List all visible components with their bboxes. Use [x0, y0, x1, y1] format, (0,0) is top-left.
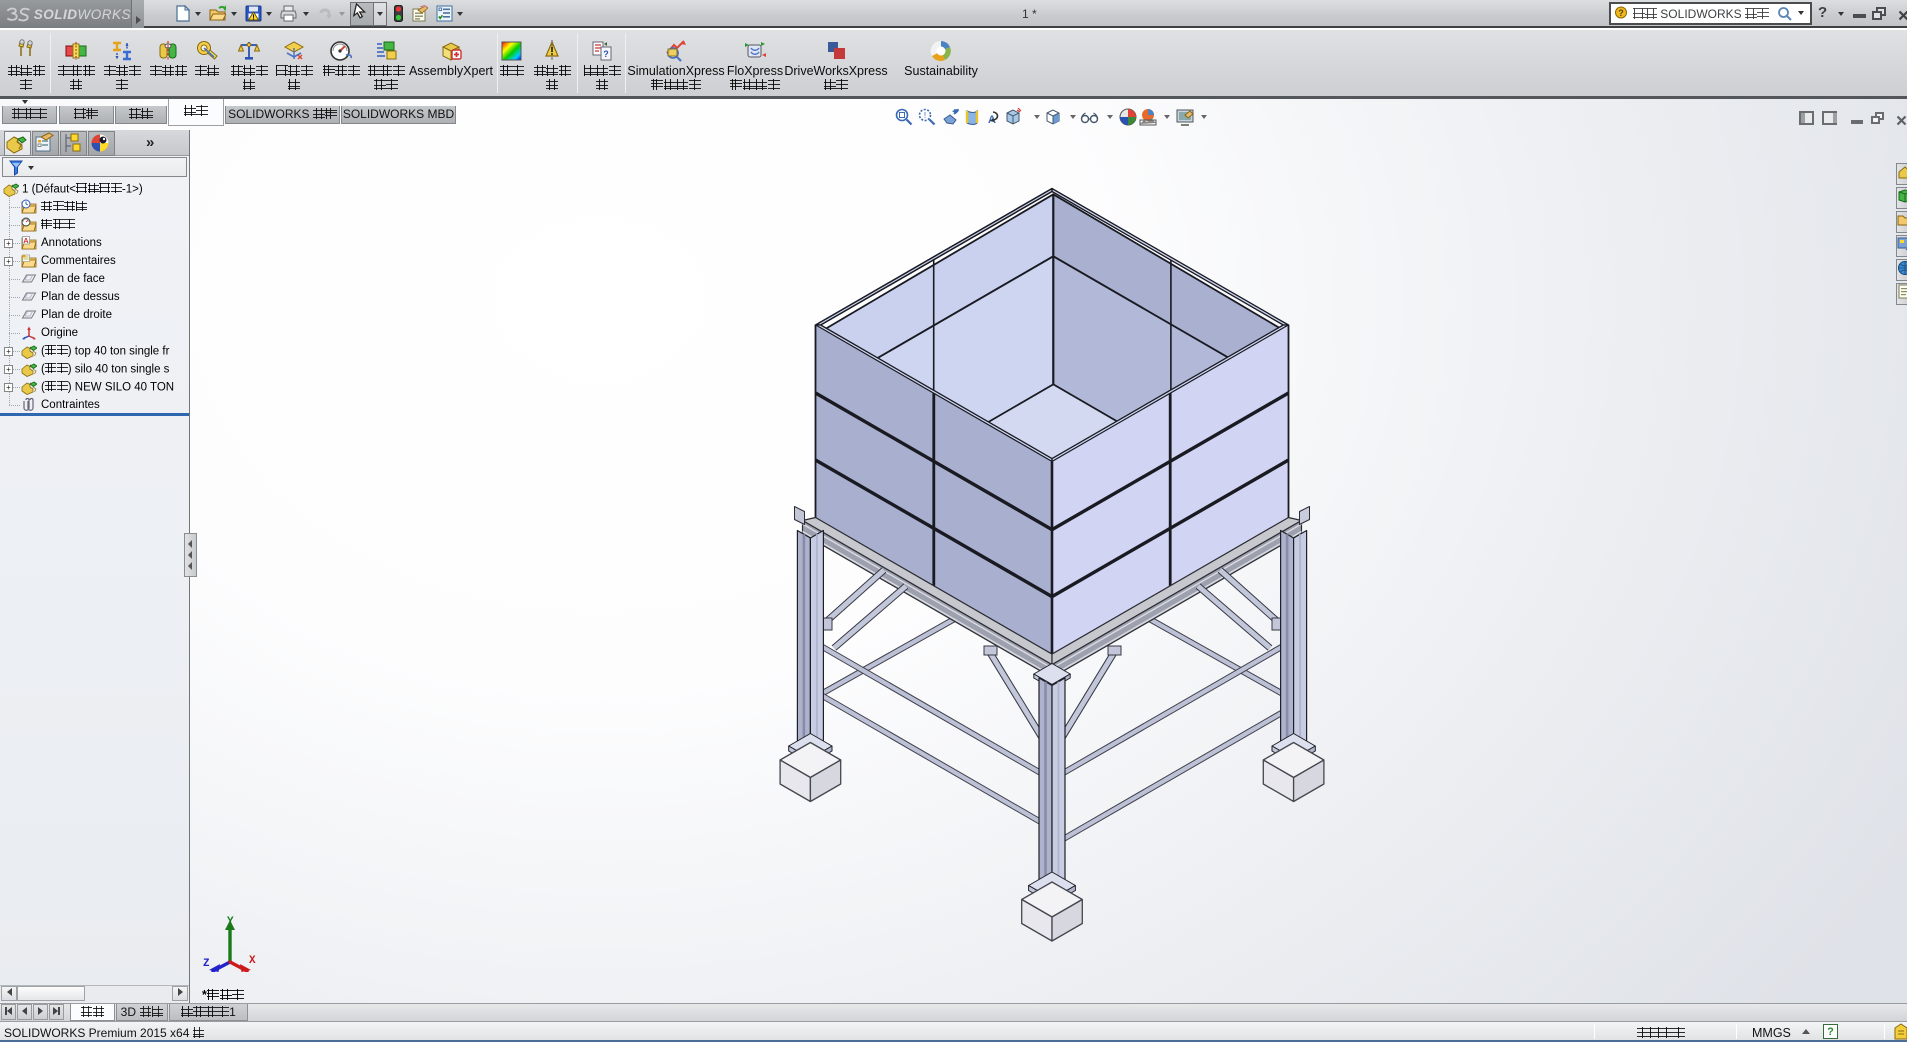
svg-text:A: A — [23, 236, 29, 245]
svg-text:Y: Y — [227, 916, 234, 928]
svg-text:?: ? — [603, 49, 609, 59]
svg-text:?: ? — [1618, 8, 1624, 18]
svg-text:!: ! — [252, 15, 254, 22]
svg-text:!: ! — [924, 111, 926, 120]
